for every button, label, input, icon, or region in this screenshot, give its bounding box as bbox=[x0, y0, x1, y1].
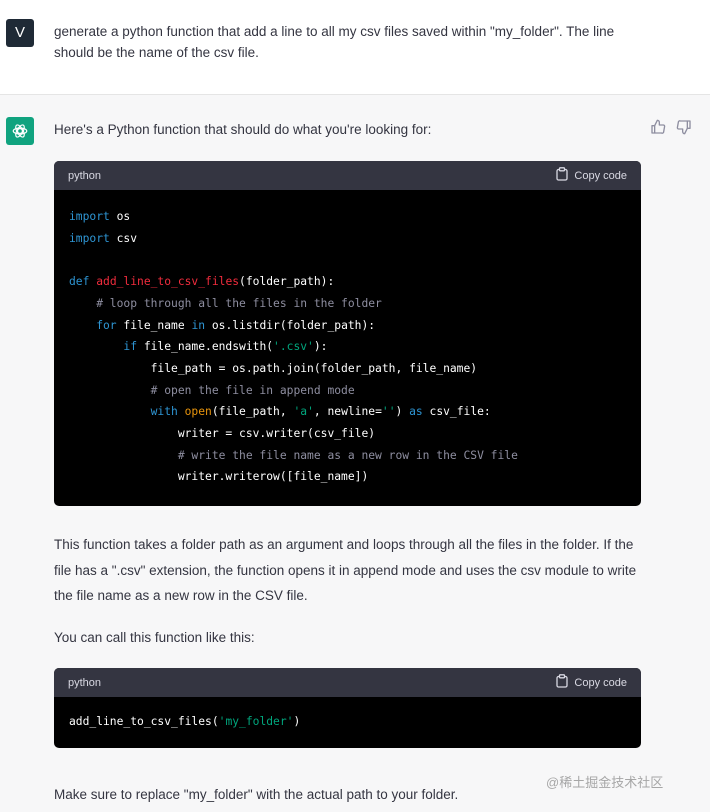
code-line: # open the file in append mode bbox=[69, 380, 626, 402]
clipboard-icon bbox=[556, 167, 569, 184]
code-token: csv_file: bbox=[422, 405, 491, 419]
code-line: file_path = os.path.join(folder_path, fi… bbox=[69, 358, 626, 380]
code-token: , newline= bbox=[313, 405, 382, 419]
code-line: import csv bbox=[69, 228, 626, 250]
code-line: # write the file name as a new row in th… bbox=[69, 445, 626, 467]
code-token-keyword: in bbox=[191, 318, 206, 332]
code-token: ) bbox=[395, 405, 410, 419]
code-line: with open(file_path, 'a', newline='') as… bbox=[69, 401, 626, 423]
code-block-header: python Copy code bbox=[54, 668, 641, 697]
thumbs-down-icon[interactable] bbox=[676, 119, 692, 135]
code-token-comment: # loop through all the files in the fold… bbox=[69, 296, 382, 310]
code-token: ) bbox=[293, 715, 301, 728]
code-token-function-name: add_line_to_csv_files bbox=[96, 275, 240, 289]
code-line: writer = csv.writer(csv_file) bbox=[69, 423, 626, 445]
code-block-header: python Copy code bbox=[54, 161, 641, 190]
code-token: (folder_path): bbox=[239, 275, 335, 289]
code-language-label: python bbox=[68, 676, 102, 689]
code-line: for file_name in os.listdir(folder_path)… bbox=[69, 315, 626, 337]
code-line: if file_name.endswith('.csv'): bbox=[69, 336, 626, 358]
code-token-comment: # open the file in append mode bbox=[69, 383, 355, 397]
code-token-keyword: as bbox=[409, 405, 423, 419]
code-token-keyword: for bbox=[69, 318, 117, 332]
explanation-text: This function takes a folder path as an … bbox=[54, 537, 637, 603]
copy-code-button[interactable]: Copy code bbox=[556, 167, 627, 184]
assistant-message-row: Here's a Python function that should do … bbox=[0, 95, 710, 812]
code-token-comment: # write the file name as a new row in th… bbox=[69, 448, 518, 462]
code-token: writer.writerow([file_name]) bbox=[69, 470, 369, 484]
code-token: writer = csv.writer(csv_file) bbox=[69, 427, 376, 441]
code-token-builtin: open bbox=[177, 405, 212, 419]
code-token-string: '.csv' bbox=[273, 340, 314, 354]
code-token: file_path = os.path.join(folder_path, fi… bbox=[69, 361, 478, 375]
code-token: file_name bbox=[116, 318, 192, 332]
copy-code-button[interactable]: Copy code bbox=[556, 674, 627, 691]
code-language-label: python bbox=[68, 169, 102, 182]
code-token-string: 'my_folder' bbox=[218, 715, 294, 728]
watermark: @稀土掘金技术社区 bbox=[546, 775, 664, 790]
code-token: file_name.endswith( bbox=[137, 340, 274, 354]
code-token: ): bbox=[313, 340, 328, 354]
user-message-row: V generate a python function that add a … bbox=[0, 0, 710, 95]
code-token-keyword: with bbox=[69, 405, 178, 419]
copy-code-label: Copy code bbox=[574, 169, 627, 182]
openai-logo-icon bbox=[6, 117, 34, 145]
feedback-buttons bbox=[650, 119, 692, 135]
code-token-keyword: import bbox=[69, 210, 110, 223]
code-token-keyword: if bbox=[69, 340, 138, 354]
code-line: add_line_to_csv_files('my_folder') bbox=[69, 711, 626, 733]
user-prompt-text: generate a python function that add a li… bbox=[54, 24, 615, 60]
code-line: def add_line_to_csv_files(folder_path): bbox=[69, 271, 626, 293]
code-token-string: '' bbox=[381, 405, 396, 419]
code-token: os bbox=[109, 210, 131, 223]
code-token: os.listdir(folder_path): bbox=[205, 318, 376, 332]
code-token: (file_path, bbox=[211, 405, 294, 419]
code-token: add_line_to_csv_files( bbox=[69, 715, 219, 728]
code-token-string: 'a' bbox=[293, 405, 314, 419]
code-content: add_line_to_csv_files('my_folder') bbox=[54, 697, 641, 748]
code-token: csv bbox=[109, 231, 138, 245]
code-content: import os import csv def add_line_to_csv_… bbox=[54, 190, 641, 506]
code-block-function: python Copy code import os import csv def… bbox=[54, 161, 641, 507]
copy-code-label: Copy code bbox=[574, 676, 627, 689]
code-token-keyword: import bbox=[69, 231, 110, 245]
call-intro-text: You can call this function like this: bbox=[54, 630, 255, 645]
code-line: writer.writerow([file_name]) bbox=[69, 466, 626, 488]
code-line: import os bbox=[69, 206, 626, 228]
code-token-keyword: def bbox=[69, 275, 90, 289]
thumbs-up-icon[interactable] bbox=[650, 119, 666, 135]
code-block-call: python Copy code add_line_to_csv_files('… bbox=[54, 668, 641, 748]
code-line: # loop through all the files in the fold… bbox=[69, 293, 626, 315]
clipboard-icon bbox=[556, 674, 569, 691]
user-avatar: V bbox=[6, 19, 34, 47]
assistant-intro-text: Here's a Python function that should do … bbox=[54, 122, 432, 137]
